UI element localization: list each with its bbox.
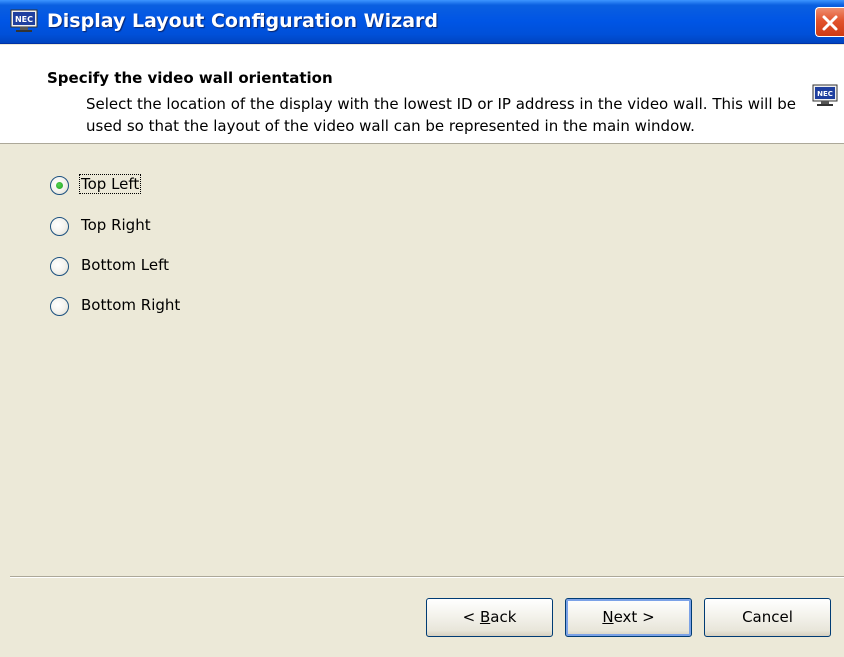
back-mnemonic: B <box>479 608 491 626</box>
back-prefix: < <box>462 608 480 626</box>
next-mnemonic: N <box>602 608 614 626</box>
footer-divider <box>10 576 844 578</box>
close-button[interactable] <box>815 7 844 37</box>
radio-top-right[interactable] <box>50 217 69 236</box>
radio-bottom-left[interactable] <box>50 257 69 276</box>
back-rest: ack <box>490 608 517 626</box>
back-button[interactable]: < Back <box>426 598 553 637</box>
page-description: Select the location of the display with … <box>86 95 797 135</box>
nec-monitor-icon: NEC <box>10 9 38 33</box>
cancel-button[interactable]: Cancel <box>704 598 831 637</box>
svg-text:NEC: NEC <box>15 15 33 24</box>
option-bottom-left[interactable]: Bottom Left <box>50 254 250 278</box>
svg-text:NEC: NEC <box>817 90 833 98</box>
window-title: Display Layout Configuration Wizard <box>47 10 438 32</box>
next-rest: ext > <box>613 608 655 626</box>
wizard-header: Specify the video wall orientation Selec… <box>0 45 844 144</box>
radio-top-left[interactable] <box>50 176 69 195</box>
radio-bottom-right[interactable] <box>50 297 69 316</box>
page-title: Specify the video wall orientation <box>47 69 333 87</box>
option-top-right[interactable]: Top Right <box>50 214 250 238</box>
next-button[interactable]: Next > <box>565 598 692 637</box>
option-label[interactable]: Top Left <box>78 174 142 194</box>
option-label[interactable]: Bottom Right <box>80 296 181 314</box>
option-top-left[interactable]: Top Left <box>50 173 250 197</box>
nec-monitor-icon: NEC <box>812 84 838 108</box>
close-icon <box>822 15 838 31</box>
title-bar[interactable]: NEC Display Layout Configuration Wizard <box>0 0 844 44</box>
option-bottom-right[interactable]: Bottom Right <box>50 294 250 318</box>
option-label[interactable]: Bottom Left <box>80 256 170 274</box>
option-label[interactable]: Top Right <box>80 216 152 234</box>
